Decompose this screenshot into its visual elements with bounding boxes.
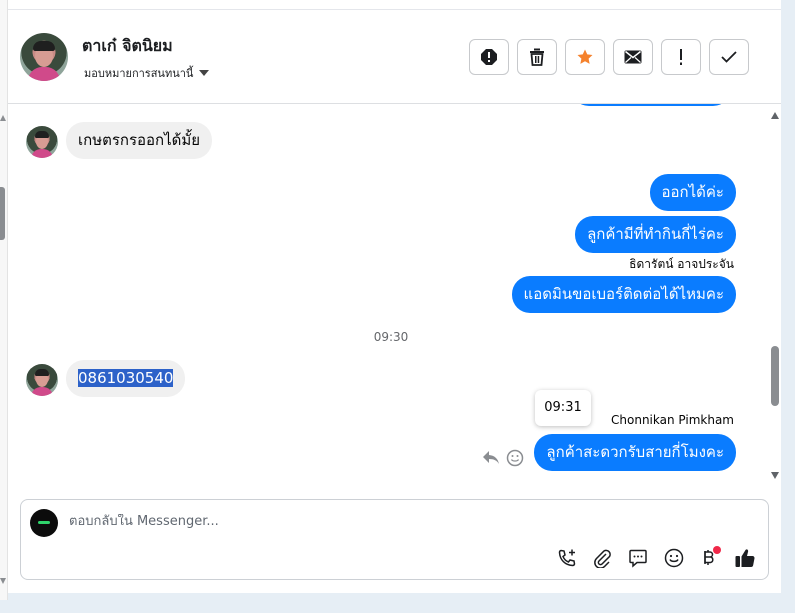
mark-done-button[interactable] xyxy=(709,39,749,75)
page-avatar xyxy=(30,509,58,537)
exclamation-icon xyxy=(680,49,682,65)
call-plus-icon xyxy=(558,549,576,567)
sender-name: ธิดารัตน์ อาจประจัน xyxy=(629,257,734,271)
trash-icon xyxy=(530,48,544,66)
contact-avatar[interactable] xyxy=(20,33,68,81)
saved-reply-button[interactable] xyxy=(626,546,650,570)
emoji-button[interactable] xyxy=(662,546,686,570)
attach-button[interactable] xyxy=(590,546,614,570)
left-panel-edge xyxy=(0,0,8,600)
outgoing-message[interactable]: ลูกค้ามีที่ทำกินกี่ไร่คะ xyxy=(575,216,736,253)
sender-name: Chonnikan Pimkham xyxy=(611,413,734,427)
contact-avatar-small[interactable] xyxy=(26,364,58,396)
call-button[interactable] xyxy=(555,546,579,570)
attachment-icon xyxy=(594,549,611,568)
scroll-up-arrow-icon[interactable] xyxy=(771,112,779,119)
mail-icon xyxy=(624,50,642,64)
emoji-icon xyxy=(664,548,684,568)
scrollbar-thumb[interactable] xyxy=(771,346,779,406)
reply-input[interactable] xyxy=(69,514,669,529)
mark-unread-button[interactable] xyxy=(613,39,653,75)
assign-label: มอบหมายการสนทนานี้ xyxy=(84,67,194,80)
mark-important-button[interactable] xyxy=(661,39,701,75)
time-divider: 09:30 xyxy=(373,330,409,344)
avatar-hair xyxy=(33,41,55,51)
avatar-hair xyxy=(35,369,49,376)
incoming-message[interactable]: 0861030540 xyxy=(66,360,186,397)
check-icon xyxy=(721,51,737,63)
chat-scrollbar[interactable] xyxy=(770,104,781,489)
avatar-hair xyxy=(35,131,49,138)
conversation-panel: ตาเก๋ จิตนิยม มอบหมายการสนทนานี้ เกษตรกร… xyxy=(8,0,781,593)
scroll-down-arrow-icon[interactable] xyxy=(771,472,779,479)
message-list[interactable]: เกษตรกรออกได้มั้ย ออกได้ค่ะ ลูกค้ามีที่ท… xyxy=(8,104,781,489)
like-button[interactable] xyxy=(733,546,757,570)
report-button[interactable] xyxy=(469,39,509,75)
message-composer xyxy=(20,499,769,580)
caret-down-icon xyxy=(199,70,210,76)
avatar-shirt xyxy=(28,67,60,81)
avatar-shirt xyxy=(31,149,53,158)
contact-avatar-small[interactable] xyxy=(26,126,58,158)
saved-reply-icon xyxy=(629,549,647,568)
message-timestamp-tooltip: 09:31 xyxy=(535,390,591,426)
incoming-message[interactable]: เกษตรกรออกได้มั้ย xyxy=(66,122,213,159)
conversation-header: ตาเก๋ จิตนิยม มอบหมายการสนทนานี้ xyxy=(8,10,781,104)
outgoing-message[interactable]: ออกได้ค่ะ xyxy=(649,174,736,211)
scroll-up-arrow-icon[interactable] xyxy=(0,115,6,121)
previous-message-bubble xyxy=(571,104,731,106)
contact-name[interactable]: ตาเก๋ จิตนิยม xyxy=(82,34,173,59)
like-icon xyxy=(735,549,755,567)
page-logo-mark xyxy=(38,521,50,524)
reply-icon[interactable] xyxy=(482,450,500,466)
outgoing-message[interactable]: ลูกค้าสะดวกรับสายกี่โมงคะ xyxy=(534,434,736,471)
scroll-down-arrow-icon[interactable] xyxy=(0,578,6,584)
star-icon xyxy=(577,49,593,64)
report-icon xyxy=(481,49,497,65)
left-scrollbar-thumb[interactable] xyxy=(0,187,5,240)
selected-text[interactable]: 0861030540 xyxy=(78,369,174,387)
payment-button[interactable] xyxy=(697,546,721,570)
react-emoji-icon[interactable] xyxy=(506,449,524,467)
star-button[interactable] xyxy=(565,39,605,75)
assign-conversation-dropdown[interactable]: มอบหมายการสนทนานี้ xyxy=(84,64,210,82)
delete-button[interactable] xyxy=(517,39,557,75)
outgoing-message[interactable]: แอดมินขอเบอร์ติดต่อได้ไหมคะ xyxy=(511,276,736,313)
notification-dot xyxy=(713,546,721,554)
avatar-shirt xyxy=(31,387,53,396)
